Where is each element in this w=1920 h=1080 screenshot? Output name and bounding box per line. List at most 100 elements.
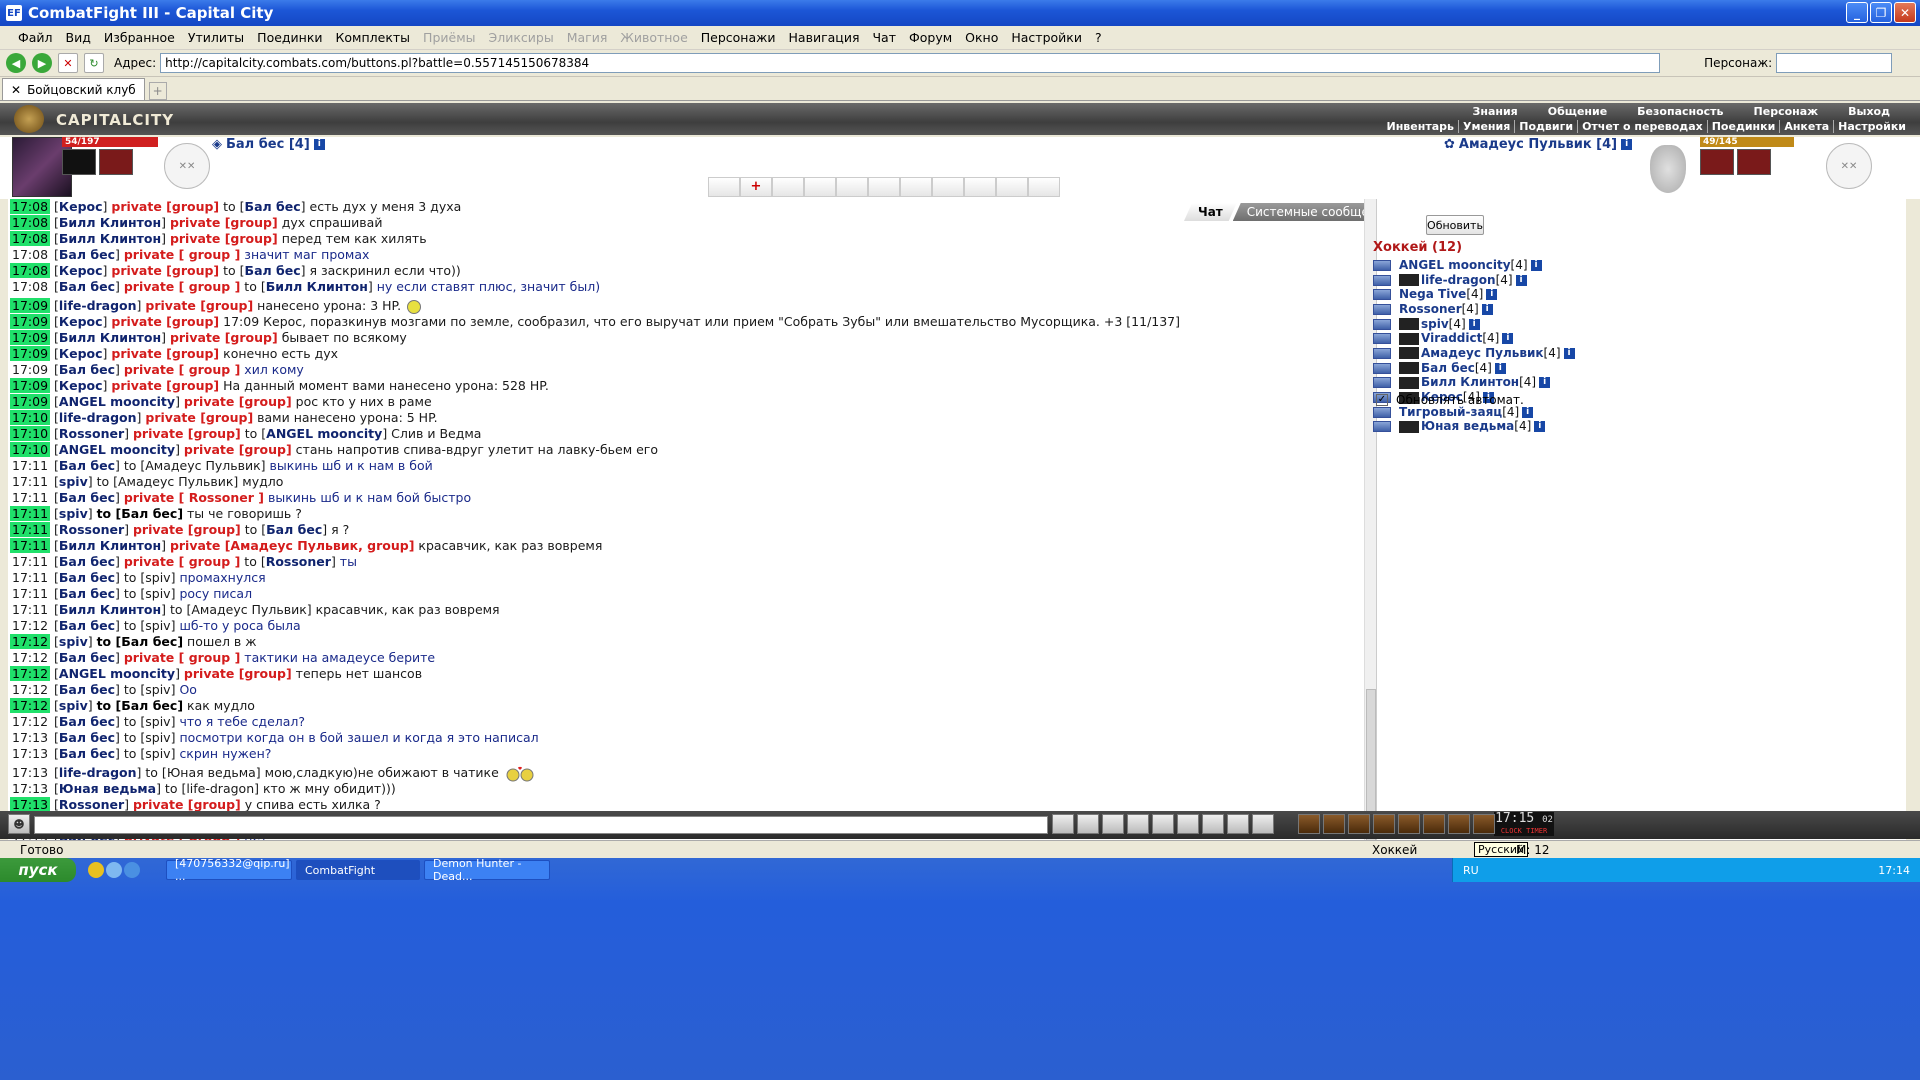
chat-recipient[interactable]: Билл Клинтон — [266, 279, 368, 294]
private-msg-icon[interactable] — [1373, 318, 1391, 330]
menu-item[interactable]: Вид — [66, 30, 91, 45]
action-slot[interactable] — [996, 177, 1028, 197]
subnav-link[interactable]: Анкета — [1779, 119, 1833, 133]
gift-icon[interactable] — [1423, 814, 1445, 834]
nav-link[interactable]: Выход — [1848, 105, 1890, 118]
roster-name[interactable]: life-dragon — [1421, 273, 1496, 288]
private-msg-icon[interactable] — [1373, 274, 1391, 286]
chat-author[interactable]: Бал бес — [59, 714, 115, 729]
potion-icon[interactable] — [1323, 814, 1345, 834]
info-icon[interactable]: i — [313, 139, 325, 150]
info-icon[interactable]: i — [1515, 274, 1527, 286]
chat-recipient[interactable]: to [Бал бес] — [97, 634, 183, 649]
chat-recipient[interactable]: to [Бал бес] — [97, 506, 183, 521]
scroll-icon[interactable] — [1373, 814, 1395, 834]
chat-recipient[interactable]: spiv — [145, 682, 170, 697]
action-slot[interactable] — [868, 177, 900, 197]
chat-author[interactable]: Бал бес — [59, 746, 115, 761]
info-icon[interactable]: i — [1539, 377, 1551, 389]
enemy-avatar[interactable] — [1650, 145, 1686, 193]
chat-author[interactable]: Бал бес — [59, 730, 115, 745]
chat-author[interactable]: Билл Клинтон — [59, 231, 161, 246]
close-button[interactable]: ✕ — [1894, 2, 1916, 23]
menu-item[interactable]: ? — [1095, 30, 1102, 45]
menu-item[interactable]: Животное — [620, 30, 687, 45]
chat-author[interactable]: Бал бес — [59, 650, 115, 665]
roster-name[interactable]: Viraddict — [1421, 331, 1482, 346]
chat-author[interactable]: Бал бес — [59, 458, 115, 473]
menu-item[interactable]: Приёмы — [423, 30, 475, 45]
nav-link[interactable]: Знания — [1473, 105, 1518, 118]
menu-item[interactable]: Поединки — [257, 30, 322, 45]
chat-recipient[interactable]: Rossoner — [266, 554, 331, 569]
chat-recipient[interactable]: spiv — [145, 618, 170, 633]
action-slot[interactable] — [932, 177, 964, 197]
roster-item[interactable]: Тигровый-заяц [4] i — [1373, 405, 1575, 420]
chat-recipient[interactable]: Юная ведьма — [167, 765, 256, 780]
roster-name[interactable]: Амадеус Пульвик — [1421, 346, 1544, 361]
menu-item[interactable]: Магия — [567, 30, 608, 45]
filter-icon[interactable] — [1102, 814, 1124, 834]
private-msg-icon[interactable] — [1373, 377, 1391, 389]
effect-slot[interactable] — [62, 149, 96, 175]
fighter-icon[interactable] — [1152, 814, 1174, 834]
chat-author[interactable]: life-dragon — [59, 765, 137, 780]
minimize-button[interactable]: _ — [1846, 2, 1868, 23]
info-icon[interactable]: i — [1481, 303, 1493, 315]
roster-item[interactable]: Бал бес [4] i — [1373, 361, 1575, 376]
chat-author[interactable]: Билл Клинтон — [59, 538, 161, 553]
chat-recipient[interactable]: Амадеус Пульвик — [118, 474, 233, 489]
hammer-icon[interactable] — [1448, 814, 1470, 834]
close-tab-icon[interactable]: ✕ — [11, 83, 21, 97]
tab-fight-club[interactable]: ✕ Бойцовский клуб — [2, 78, 145, 100]
menu-item[interactable]: Форум — [909, 30, 952, 45]
chat-author[interactable]: Керос — [59, 263, 103, 278]
roster-name[interactable]: spiv — [1421, 317, 1449, 332]
language-indicator[interactable]: RU — [1463, 864, 1479, 877]
chat-author[interactable]: Rossoner — [59, 797, 124, 812]
effect-slot[interactable] — [99, 149, 133, 175]
chat-recipient[interactable]: spiv — [145, 570, 170, 585]
roster-name[interactable]: Юная ведьма — [1421, 419, 1514, 434]
roster-name[interactable]: Nega Tive — [1399, 287, 1466, 302]
chat-author[interactable]: Бал бес — [59, 570, 115, 585]
subnav-link[interactable]: Подвиги — [1514, 119, 1577, 133]
action-slot[interactable] — [772, 177, 804, 197]
menu-item[interactable]: Навигация — [789, 30, 860, 45]
effect-slot[interactable] — [1737, 149, 1771, 175]
inventory-icon[interactable] — [1398, 814, 1420, 834]
chat-tab[interactable]: Чат — [1184, 203, 1237, 221]
menu-item[interactable]: Комплекты — [336, 30, 411, 45]
menu-item[interactable]: Чат — [872, 30, 896, 45]
refresh-icon[interactable]: ↻ — [84, 53, 104, 73]
info-icon[interactable]: i — [1522, 406, 1534, 418]
chat-author[interactable]: ANGEL mooncity — [59, 666, 175, 681]
chat-author[interactable]: Бал бес — [59, 247, 115, 262]
persona-select[interactable] — [1776, 53, 1893, 73]
info-icon[interactable]: i — [1534, 421, 1546, 433]
mask-icon[interactable] — [1252, 814, 1274, 834]
chat-author[interactable]: Бал бес — [59, 586, 115, 601]
player-name[interactable]: ◈ Бал бес [4] i — [212, 137, 325, 152]
enter-icon[interactable] — [1052, 814, 1074, 834]
save-icon[interactable] — [1127, 814, 1149, 834]
info-icon[interactable]: i — [1563, 347, 1575, 359]
smile-icon[interactable] — [1227, 814, 1249, 834]
chat-author[interactable]: Rossoner — [59, 426, 124, 441]
roster-item[interactable]: Rossoner [4] i — [1373, 302, 1575, 317]
back-icon[interactable]: ◀ — [6, 53, 26, 73]
chat-recipient[interactable]: Амадеус Пульвик — [191, 602, 306, 617]
info-icon[interactable]: i — [1530, 259, 1542, 271]
subnav-link[interactable]: Настройки — [1833, 119, 1910, 133]
nav-link[interactable]: Персонаж — [1754, 105, 1819, 118]
smiles-icon[interactable]: ☻ — [8, 814, 30, 834]
subnav-link[interactable]: Умения — [1457, 119, 1514, 133]
action-slot[interactable] — [708, 177, 740, 197]
menu-item[interactable]: Окно — [965, 30, 998, 45]
magic-icon[interactable] — [1202, 814, 1224, 834]
roster-item[interactable]: Viraddict [4] i — [1373, 331, 1575, 346]
nav-link[interactable]: Общение — [1548, 105, 1607, 118]
chat-author[interactable]: life-dragon — [59, 410, 137, 425]
roster-name[interactable]: Билл Клинтон — [1421, 375, 1519, 390]
chat-author[interactable]: life-dragon — [59, 298, 137, 313]
